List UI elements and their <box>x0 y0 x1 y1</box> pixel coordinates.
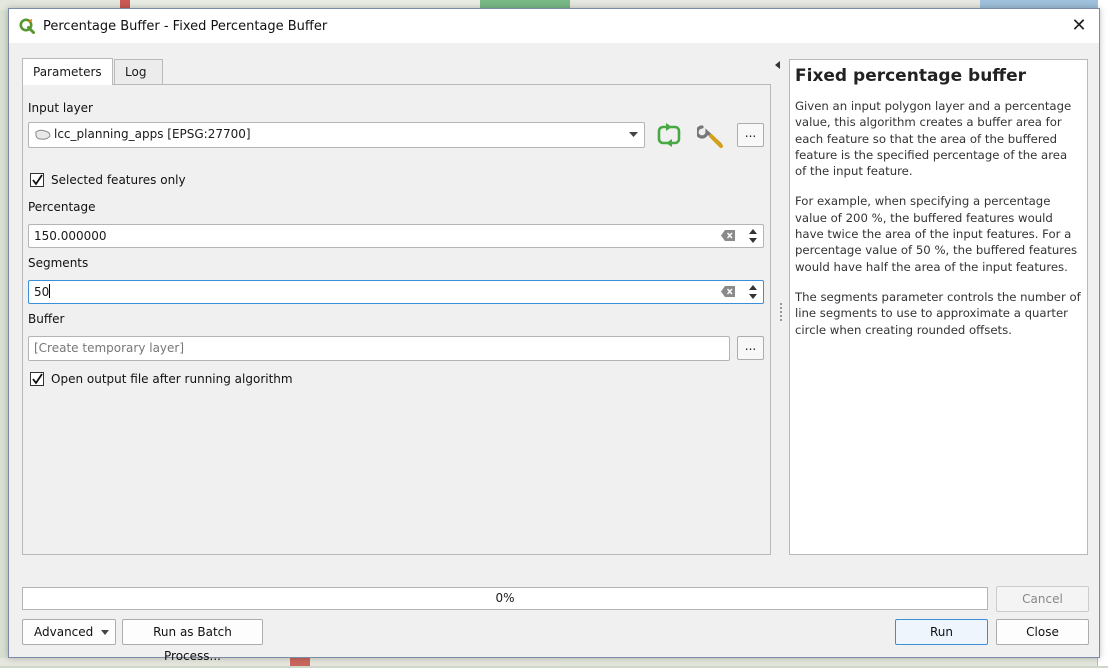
progress-bar: 0% <box>22 587 988 610</box>
help-title: Fixed percentage buffer <box>795 66 1026 86</box>
percentage-label: Percentage <box>28 200 96 214</box>
tab-log-label: Log <box>125 65 147 79</box>
selected-features-checkbox[interactable] <box>30 173 44 187</box>
spin-arrows-icon[interactable] <box>746 282 760 302</box>
input-layer-label: Input layer <box>28 101 93 115</box>
progress-text: 0% <box>495 591 515 605</box>
close-window-icon[interactable]: ✕ <box>1067 14 1091 38</box>
title-bar: Percentage Buffer - Fixed Percentage Buf… <box>9 9 1099 43</box>
percentage-input[interactable]: 150.000000 <box>28 224 764 248</box>
run-batch-label: Run as Batch Process... <box>153 625 232 663</box>
tab-parameters-label: Parameters <box>33 65 102 79</box>
close-button[interactable]: Close <box>996 619 1089 645</box>
chevron-down-icon <box>101 630 109 635</box>
browse-label: ... <box>744 126 757 140</box>
selected-features-label: Selected features only <box>51 173 186 187</box>
advanced-button[interactable]: Advanced <box>22 619 116 645</box>
help-paragraph: Given an input polygon layer and a perce… <box>795 99 1072 179</box>
buffer-placeholder: [Create temporary layer] <box>34 341 185 355</box>
iterate-refresh-icon[interactable] <box>655 122 683 148</box>
percentage-value: 150.000000 <box>34 229 107 243</box>
segments-value: 50 <box>34 285 50 299</box>
run-label: Run <box>929 625 953 639</box>
buffer-browse-button[interactable]: ... <box>737 336 764 360</box>
cancel-label: Cancel <box>1022 592 1063 606</box>
tab-log[interactable]: Log <box>114 59 163 84</box>
collapse-help-arrow-icon[interactable] <box>775 61 780 69</box>
buffer-label: Buffer <box>28 312 65 326</box>
segments-input[interactable]: 50 <box>28 280 764 304</box>
buffer-output-input[interactable]: [Create temporary layer] <box>28 336 730 361</box>
text-cursor <box>49 284 51 298</box>
window-title: Percentage Buffer - Fixed Percentage Buf… <box>43 19 328 34</box>
chevron-down-icon <box>629 132 638 137</box>
run-batch-button[interactable]: Run as Batch Process... <box>122 619 263 663</box>
checkmark-icon <box>32 174 43 186</box>
qgis-logo-icon <box>19 18 35 34</box>
help-paragraph: The segments parameter controls the numb… <box>795 289 1081 337</box>
tab-parameters[interactable]: Parameters <box>22 58 113 85</box>
open-output-checkbox[interactable] <box>30 372 44 386</box>
input-layer-value: lcc_planning_apps [EPSG:27700] <box>54 127 251 141</box>
open-output-label: Open output file after running algorithm <box>51 372 293 386</box>
cancel-button[interactable]: Cancel <box>996 586 1089 612</box>
input-layer-combo[interactable]: lcc_planning_apps [EPSG:27700] <box>28 122 645 148</box>
processing-dialog: Percentage Buffer - Fixed Percentage Buf… <box>8 8 1100 663</box>
splitter-handle[interactable] <box>780 303 784 321</box>
segments-label: Segments <box>28 256 89 270</box>
wrench-icon[interactable] <box>697 121 727 149</box>
advanced-label: Advanced <box>34 625 94 639</box>
spin-arrows-icon[interactable] <box>746 226 760 246</box>
parameters-panel: Input layer lcc_planning_apps [EPSG:2770… <box>22 84 771 555</box>
browse-label: ... <box>744 339 757 353</box>
help-panel: Fixed percentage buffer Given an input p… <box>789 59 1088 555</box>
checkmark-icon <box>32 373 43 385</box>
run-button[interactable]: Run <box>895 619 988 645</box>
input-layer-browse-button[interactable]: ... <box>737 123 764 147</box>
close-label: Close <box>1026 625 1059 639</box>
polygon-layer-icon <box>35 129 51 140</box>
clear-icon[interactable] <box>721 230 735 241</box>
help-paragraph: For example, when specifying a percentag… <box>795 194 1078 274</box>
clear-icon[interactable] <box>721 286 735 297</box>
